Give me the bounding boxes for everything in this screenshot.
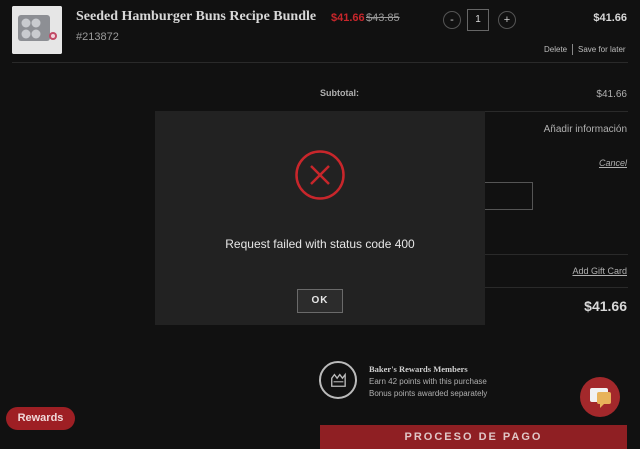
checkout-button[interactable]: PROCESO DE PAGO (320, 425, 627, 449)
error-x-circle-icon (294, 149, 346, 201)
order-total: $41.66 (584, 298, 627, 314)
sale-price: $41.66 (331, 12, 365, 24)
ok-button[interactable]: OK (297, 289, 343, 313)
divider (484, 287, 628, 288)
product-title[interactable]: Seeded Hamburger Buns Recipe Bundle (76, 9, 316, 25)
delete-link[interactable]: Delete (544, 45, 567, 54)
product-sku: #213872 (76, 31, 119, 43)
original-price: $43.85 (366, 12, 400, 24)
rewards-earn-text: Earn 42 points with this purchase (369, 377, 487, 386)
quantity-increase-button[interactable]: + (498, 11, 516, 29)
add-gift-card-link[interactable]: Add Gift Card (572, 266, 627, 276)
cancel-link[interactable]: Cancel (599, 158, 627, 168)
error-dialog: Request failed with status code 400 OK (155, 111, 485, 325)
promo-code-input[interactable] (484, 182, 533, 210)
divider (484, 254, 628, 255)
line-total: $41.66 (593, 12, 627, 24)
chat-button[interactable] (580, 377, 620, 417)
subtotal-label: Subtotal: (320, 88, 359, 98)
bakers-rewards-icon (319, 361, 357, 399)
quantity-decrease-button[interactable]: - (443, 11, 461, 29)
rewards-title: Baker's Rewards Members (369, 364, 468, 374)
save-for-later-link[interactable]: Save for later (578, 45, 626, 54)
link-divider (572, 44, 573, 55)
add-info-link[interactable]: Añadir información (544, 124, 627, 135)
chat-bubble-icon (590, 388, 611, 408)
subtotal-value: $41.66 (596, 89, 627, 100)
rewards-bonus-text: Bonus points awarded separately (369, 389, 488, 398)
divider (12, 62, 628, 63)
rewards-button[interactable]: Rewards (6, 407, 75, 430)
error-message: Request failed with status code 400 (225, 237, 415, 251)
product-thumbnail[interactable] (12, 6, 62, 54)
baking-pan-image (12, 6, 62, 54)
quantity-input[interactable]: 1 (467, 9, 489, 31)
